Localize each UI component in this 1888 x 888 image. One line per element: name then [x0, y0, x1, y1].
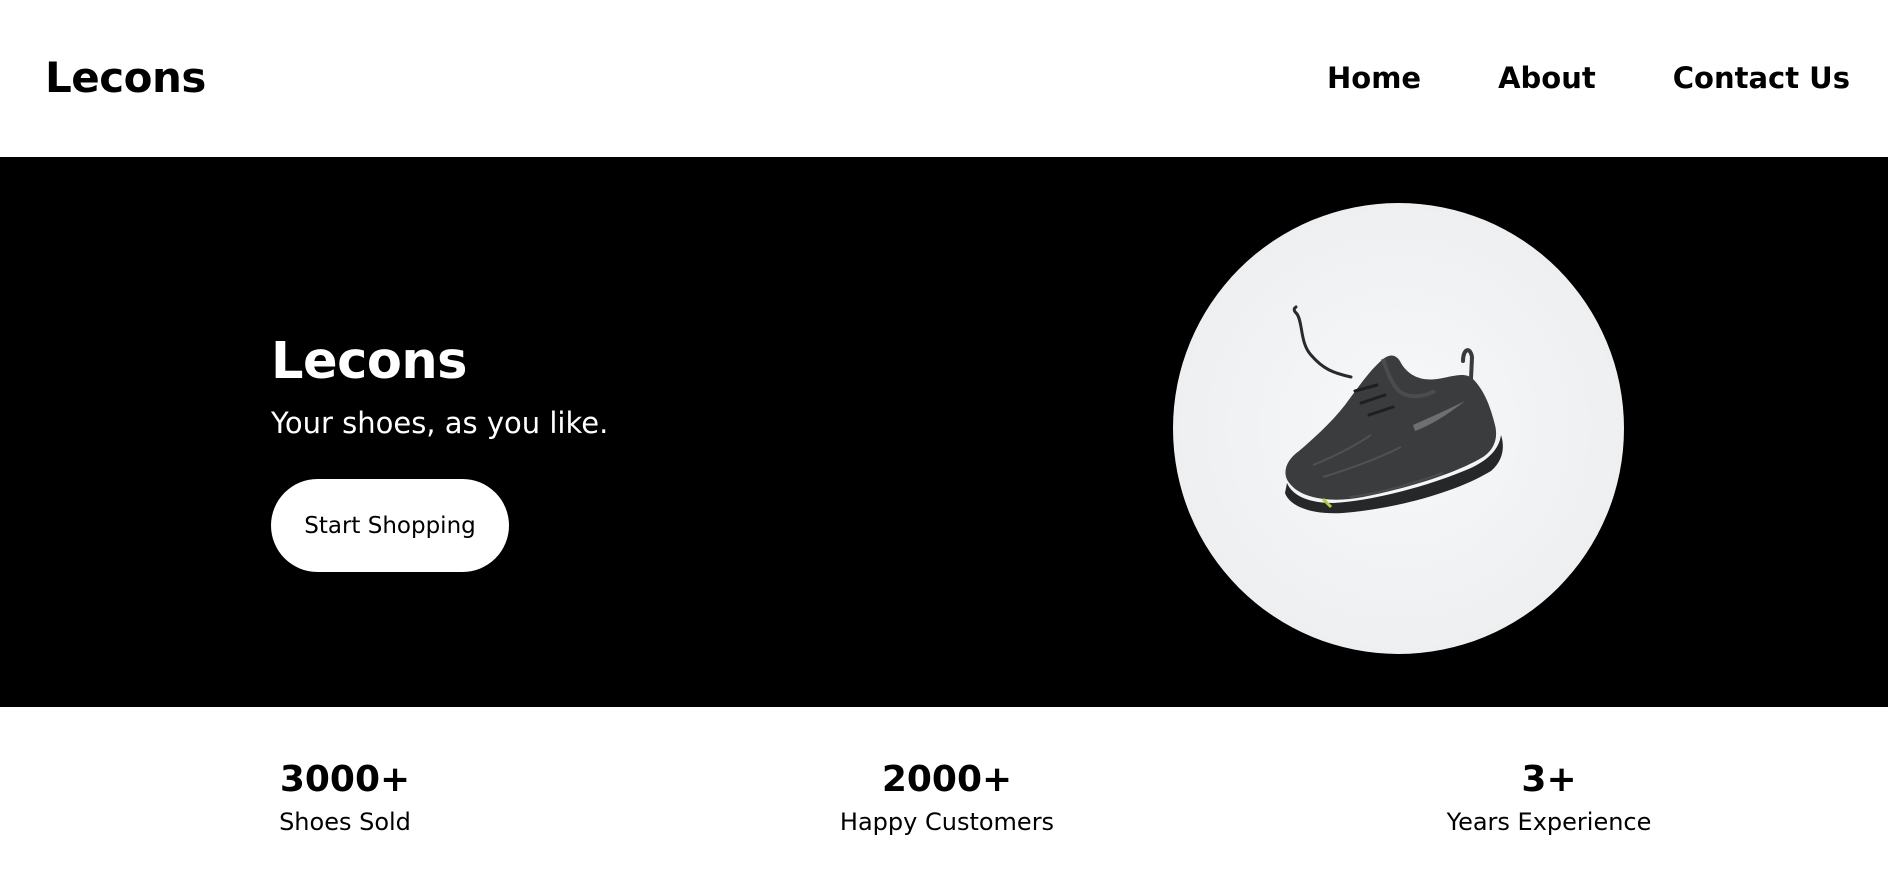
sneaker-icon — [1285, 305, 1503, 514]
stats-section: 3000+ Shoes Sold 2000+ Happy Customers 3… — [0, 707, 1888, 888]
stat-shoes-sold: 3000+ Shoes Sold — [145, 757, 545, 839]
navbar: Lecons Home About Contact Us — [0, 0, 1888, 157]
stat-value: 2000+ — [881, 759, 1013, 800]
hero-section: Lecons Your shoes, as you like. Start Sh… — [0, 157, 1888, 707]
stat-years-experience: 3+ Years Experience — [1349, 757, 1749, 839]
stat-value: 3000+ — [279, 759, 411, 800]
stat-label: Years Experience — [1446, 808, 1652, 836]
stat-label: Shoes Sold — [279, 808, 411, 836]
stat-label: Happy Customers — [839, 808, 1055, 836]
stat-happy-customers: 2000+ Happy Customers — [747, 757, 1147, 839]
hero-title: Lecons — [271, 332, 468, 391]
nav-link-home[interactable]: Home — [1327, 56, 1421, 100]
brand-logo[interactable]: Lecons — [45, 48, 206, 108]
stat-value: 3+ — [1521, 759, 1577, 800]
start-shopping-button[interactable]: Start Shopping — [271, 479, 509, 572]
main-nav: Home About Contact Us — [1327, 56, 1850, 100]
nav-link-contact-us[interactable]: Contact Us — [1673, 56, 1850, 100]
hero-subtitle: Your shoes, as you like. — [271, 406, 609, 440]
nav-link-about[interactable]: About — [1498, 56, 1596, 100]
sneaker-image — [1173, 203, 1624, 654]
page: Lecons Home About Contact Us Lecons Your… — [0, 0, 1888, 888]
